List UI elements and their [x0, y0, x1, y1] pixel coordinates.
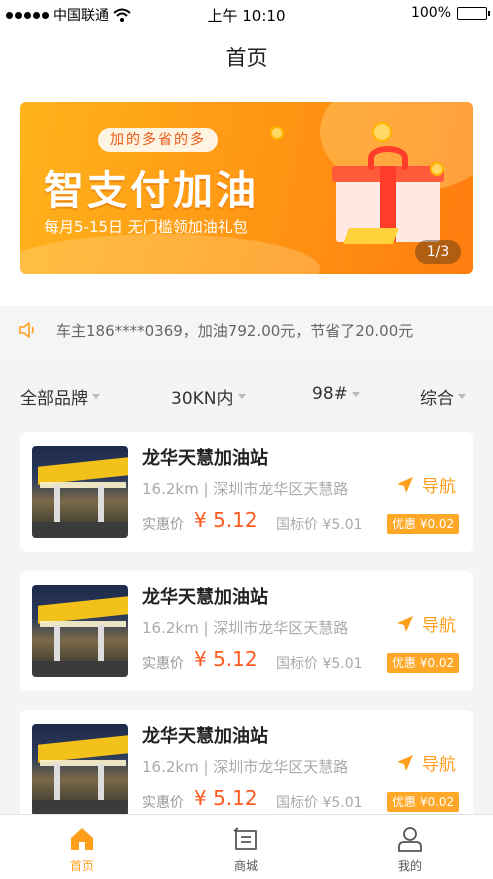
- station-distance: 16.2km: [142, 619, 199, 637]
- filter-brand-label: 全部品牌: [20, 389, 88, 409]
- navigation-arrow-icon: [397, 476, 413, 493]
- standard-price: 国标价 ¥5.01: [276, 795, 363, 811]
- banner-pager: 1/3: [415, 240, 461, 264]
- navigate-button[interactable]: 导航: [396, 750, 456, 775]
- station-meta: 16.2km | 深圳市龙华区天慧路: [142, 619, 349, 637]
- nav-bar: 首页: [0, 28, 493, 84]
- discount-badge: 优惠 ¥0.02: [387, 514, 460, 534]
- filter-fuel-label: 98#: [312, 384, 348, 404]
- coin-icon: [270, 126, 284, 140]
- station-distance: 16.2km: [142, 758, 199, 776]
- chevron-down-icon: [237, 394, 246, 399]
- banner-tagline: 加的多省的多: [98, 128, 218, 152]
- discount-badge: 优惠 ¥0.02: [387, 653, 460, 673]
- price-label: 实惠价: [142, 517, 184, 533]
- page-title: 首页: [225, 46, 268, 70]
- gold-bar-icon: [343, 228, 399, 244]
- notice-bar: 车主186****0369，加油792.00元，节省了20.00元: [0, 306, 493, 354]
- navigation-arrow-icon: [397, 615, 413, 632]
- battery-percent: 100%: [410, 5, 451, 21]
- promo-banner[interactable]: 加的多省的多 智支付加油 每月5-15日 无门槛领加油礼包 1/3: [20, 102, 473, 274]
- chevron-down-icon: [458, 394, 466, 399]
- station-distance: 16.2km: [142, 480, 199, 498]
- filter-sort[interactable]: 综合: [420, 384, 466, 409]
- standard-price: 国标价 ¥5.01: [276, 656, 363, 672]
- navigate-label: 导航: [422, 616, 456, 636]
- navigate-label: 导航: [422, 477, 456, 497]
- home-icon: [71, 828, 93, 850]
- station-name: 龙华天慧加油站: [142, 587, 268, 608]
- banner-wave: [20, 234, 320, 274]
- tab-profile-label: 我的: [397, 859, 422, 873]
- filter-sort-label: 综合: [420, 389, 454, 409]
- banner-headline: 智支付加油: [44, 168, 259, 214]
- station-address: 深圳市龙华区天慧路: [213, 619, 349, 637]
- filter-distance-label: 30KN内: [171, 389, 234, 409]
- station-meta: 16.2km | 深圳市龙华区天慧路: [142, 758, 349, 776]
- profile-icon: [398, 827, 422, 852]
- notice-text: 车主186****0369，加油792.00元，节省了20.00元: [56, 322, 414, 340]
- navigate-label: 导航: [422, 755, 456, 775]
- tab-home[interactable]: 首页: [0, 815, 164, 879]
- banner-description: 每月5-15日 无门槛领加油礼包: [44, 218, 248, 236]
- mall-icon: [233, 827, 257, 850]
- price-label: 实惠价: [142, 656, 184, 672]
- station-photo: [32, 724, 128, 816]
- filter-bar: 全部品牌 30KN内 98# 综合: [0, 354, 493, 430]
- status-right: 100%: [410, 5, 490, 21]
- tab-home-label: 首页: [69, 859, 94, 873]
- station-price: ¥ 5.12: [194, 647, 258, 671]
- standard-price: 国标价 ¥5.01: [276, 517, 363, 533]
- banner-section: 加的多省的多 智支付加油 每月5-15日 无门槛领加油礼包 1/3: [0, 84, 493, 306]
- navigation-arrow-icon: [397, 754, 413, 771]
- station-photo: [32, 446, 128, 538]
- chevron-down-icon: [351, 391, 360, 397]
- tab-profile[interactable]: 我的: [328, 815, 492, 879]
- station-card[interactable]: 龙华天慧加油站 16.2km | 深圳市龙华区天慧路 实惠价 ¥ 5.12 国标…: [20, 710, 473, 830]
- station-photo: [32, 585, 128, 677]
- station-address: 深圳市龙华区天慧路: [213, 480, 349, 498]
- coin-icon: [430, 162, 444, 176]
- tab-mall-label: 商城: [233, 859, 258, 873]
- station-price: ¥ 5.12: [194, 508, 258, 532]
- filter-fuel[interactable]: 98#: [312, 384, 360, 404]
- station-name: 龙华天慧加油站: [142, 726, 268, 747]
- speaker-icon: [19, 322, 34, 338]
- navigate-button[interactable]: 导航: [396, 611, 456, 636]
- station-meta: 16.2km | 深圳市龙华区天慧路: [142, 480, 349, 498]
- filter-brand[interactable]: 全部品牌: [20, 384, 100, 409]
- status-bar: 中国联通 上午 10:10 100%: [0, 0, 493, 28]
- price-label: 实惠价: [142, 795, 184, 811]
- navigate-button[interactable]: 导航: [396, 472, 456, 497]
- coin-icon: [372, 122, 392, 142]
- tab-mall[interactable]: 商城: [164, 815, 328, 879]
- discount-badge: 优惠 ¥0.02: [387, 792, 460, 812]
- filter-distance[interactable]: 30KN内: [171, 384, 246, 409]
- station-address: 深圳市龙华区天慧路: [213, 758, 349, 776]
- battery-icon: [457, 6, 490, 20]
- station-card[interactable]: 龙华天慧加油站 16.2km | 深圳市龙华区天慧路 实惠价 ¥ 5.12 国标…: [20, 432, 473, 552]
- chevron-down-icon: [92, 394, 100, 399]
- station-price: ¥ 5.12: [194, 786, 258, 810]
- station-name: 龙华天慧加油站: [142, 448, 268, 469]
- bottom-tab-bar: 首页 商城 我的: [0, 814, 493, 879]
- station-card[interactable]: 龙华天慧加油站 16.2km | 深圳市龙华区天慧路 实惠价 ¥ 5.12 国标…: [20, 571, 473, 691]
